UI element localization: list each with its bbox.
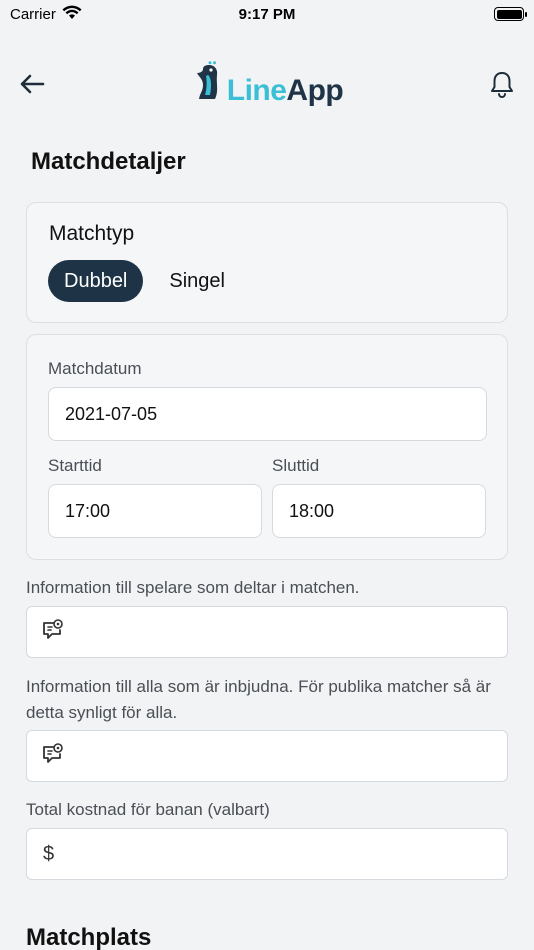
- cost-input[interactable]: $: [26, 828, 508, 880]
- info-players-input[interactable]: [26, 606, 508, 658]
- start-time-label: Starttid: [48, 456, 102, 475]
- status-left: Carrier: [10, 5, 82, 24]
- battery-icon: [494, 7, 527, 21]
- end-time-input[interactable]: 18:00: [272, 484, 486, 538]
- info-invited-label: Information till alla som är inbjudna. F…: [26, 677, 491, 722]
- wifi-icon: [62, 5, 82, 24]
- match-type-option-dubbel[interactable]: Dubbel: [48, 260, 144, 302]
- chat-bubble-icon: [41, 742, 65, 771]
- match-location-title: Matchplats: [26, 924, 152, 950]
- match-date-input[interactable]: 2021-07-05: [48, 387, 487, 441]
- app-header: LineApp: [0, 56, 534, 112]
- match-type-label: Matchtyp: [49, 222, 135, 245]
- info-players-label: Information till spelare som deltar i ma…: [26, 578, 360, 597]
- logo-wordmark: LineApp: [227, 74, 344, 108]
- back-arrow-icon[interactable]: [16, 68, 48, 100]
- match-date-label: Matchdatum: [48, 359, 142, 378]
- notification-bell-icon[interactable]: [486, 68, 518, 100]
- start-time-input[interactable]: 17:00: [48, 484, 262, 538]
- app-logo: LineApp: [191, 60, 344, 108]
- carrier-label: Carrier: [10, 5, 56, 23]
- match-type-option-singel[interactable]: Singel: [169, 270, 225, 293]
- cost-label: Total kostnad för banan (valbart): [26, 800, 270, 819]
- match-type-selector: Dubbel Singel: [48, 260, 225, 302]
- info-invited-input[interactable]: [26, 730, 508, 782]
- page-title: Matchdetaljer: [31, 148, 186, 175]
- schedule-card: Matchdatum 2021-07-05 Starttid 17:00 Slu…: [26, 334, 508, 560]
- match-type-card: Matchtyp Dubbel Singel: [26, 202, 508, 323]
- chat-bubble-icon: [41, 618, 65, 647]
- penguin-logo-icon: [191, 60, 223, 108]
- end-time-label: Sluttid: [272, 456, 320, 475]
- status-bar: Carrier 9:17 PM: [0, 0, 534, 28]
- logo-line-text: Line: [226, 73, 287, 107]
- dollar-icon: $: [43, 842, 55, 865]
- logo-app-text: App: [286, 73, 344, 107]
